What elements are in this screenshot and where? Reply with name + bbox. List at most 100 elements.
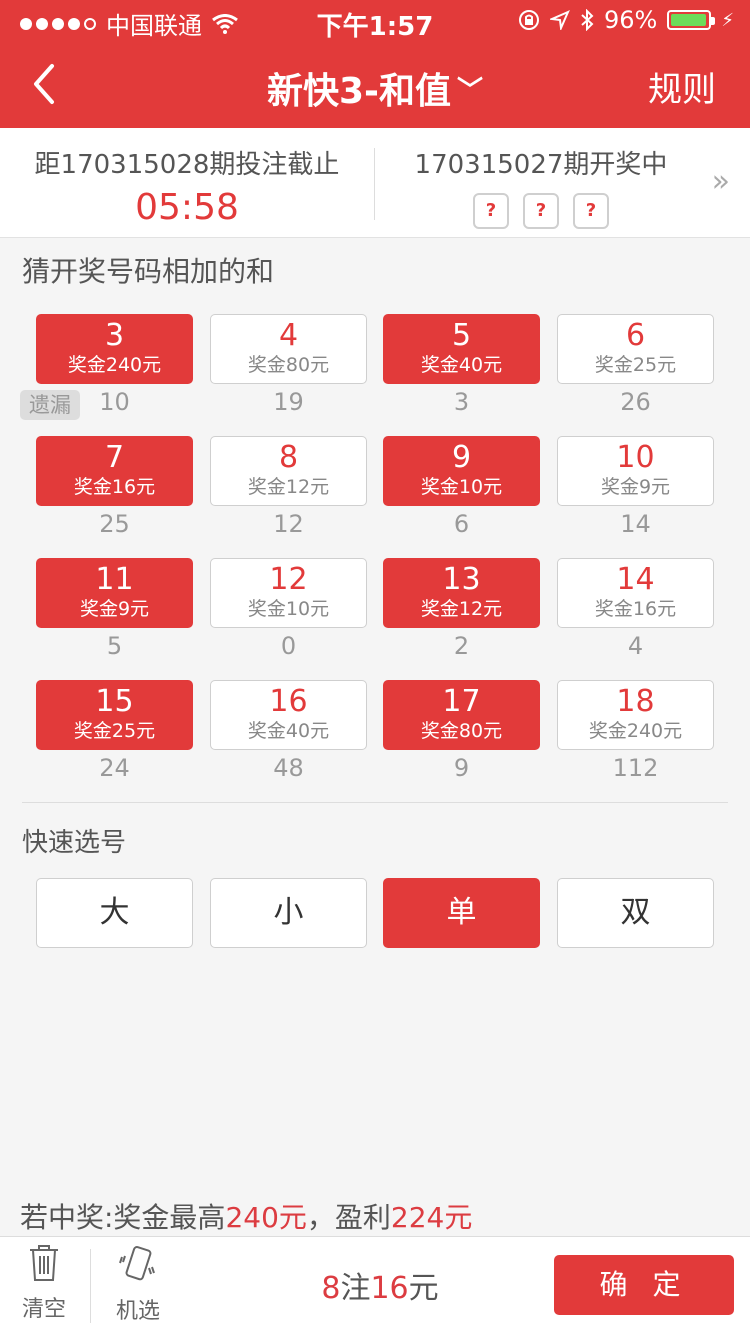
miss-count: 112 [612,754,659,782]
bet-count: 8 [321,1271,341,1306]
header: 中国联通 下午1:57 96% ⚡ 新快3-和值 ﹀ 规则 [0,0,750,128]
battery-percent: 96% [604,6,658,34]
summary-prefix: 若中奖:奖金最高 [20,1201,226,1234]
sum-option-10[interactable]: 10 奖金9元 [557,436,714,506]
sum-number: 8 [278,440,299,475]
sum-option-16[interactable]: 16 奖金40元 [210,680,367,750]
sum-prize: 奖金16元 [73,476,156,498]
sum-prize: 奖金9元 [600,476,671,498]
sum-option-13[interactable]: 13 奖金12元 [383,558,540,628]
sum-option-15[interactable]: 15 奖金25元 [36,680,193,750]
lock-rotation-icon [519,10,540,30]
clear-button[interactable]: 清空 [4,1243,84,1329]
sum-number: 7 [104,440,125,475]
sum-option-11[interactable]: 11 奖金9元 [36,558,193,628]
charging-icon: ⚡ [721,9,734,31]
random-pick-button[interactable]: 机选 [98,1243,178,1329]
sum-prize: 奖金9元 [79,598,150,620]
sum-option-17[interactable]: 17 奖金80元 [383,680,540,750]
sum-number: 6 [625,318,646,353]
sum-number: 15 [95,684,134,719]
sum-number: 5 [451,318,472,353]
sum-number: 9 [451,440,472,475]
sum-number: 11 [95,562,134,597]
sum-option-9[interactable]: 9 奖金10元 [383,436,540,506]
sum-option-6[interactable]: 6 奖金25元 [557,314,714,384]
die-icon: ? [573,193,609,229]
sum-option-3[interactable]: 3 奖金240元 [36,314,193,384]
sum-prize: 奖金12元 [247,476,330,498]
countdown-timer: 05:58 [135,187,239,228]
quick-pick-button[interactable]: 单 [383,878,540,948]
sum-number: 13 [442,562,481,597]
sum-prize: 奖金10元 [420,476,503,498]
random-label: 机选 [115,1299,160,1324]
clear-label: 清空 [21,1297,66,1322]
miss-count: 5 [106,632,123,660]
game-title-dropdown[interactable]: 新快3-和值 ﹀ [0,62,750,114]
issue-divider [374,148,375,220]
sum-prize: 奖金12元 [420,598,503,620]
divider [22,802,728,803]
confirm-button[interactable]: 确 定 [554,1255,734,1315]
bottom-divider [90,1249,91,1323]
sum-prize: 奖金40元 [420,354,503,376]
sum-number: 16 [269,684,308,719]
miss-count: 6 [453,510,470,538]
draw-status[interactable]: 170315027期开奖中 ? ? ? [376,128,706,238]
quick-pick-button[interactable]: 小 [210,878,367,948]
bottom-bar: 清空 机选 8注16元 确 定 [0,1236,750,1334]
rules-button[interactable]: 规则 [648,62,716,111]
miss-count: 9 [453,754,470,782]
status-bar: 中国联通 下午1:57 96% ⚡ [0,0,750,42]
sum-option-8[interactable]: 8 奖金12元 [210,436,367,506]
sum-prize: 奖金16元 [594,598,677,620]
die-icon: ? [473,193,509,229]
trash-icon [30,1245,58,1281]
bluetooth-icon [581,9,594,31]
sum-prize: 奖金80元 [247,354,330,376]
sum-option-14[interactable]: 14 奖金16元 [557,558,714,628]
issue-panel: 距170315028期投注截止 05:58 170315027期开奖中 ? ? … [0,128,750,238]
sum-number: 3 [104,318,125,353]
battery-fill [671,14,706,26]
sum-option-7[interactable]: 7 奖金16元 [36,436,193,506]
bet-total: 8注16元 [300,1263,460,1307]
section-title: 猜开奖号码相加的和 [22,255,275,288]
miss-count: 26 [620,388,651,416]
shake-phone-icon [119,1246,155,1281]
miss-count: 14 [620,510,651,538]
sum-prize: 奖金240元 [588,720,683,742]
double-chevron-right-icon[interactable]: » [712,164,730,199]
sum-option-5[interactable]: 5 奖金40元 [383,314,540,384]
miss-count: 24 [99,754,130,782]
quick-pick-button[interactable]: 大 [36,878,193,948]
battery-icon [667,10,716,30]
sum-number: 18 [616,684,655,719]
bet-count-unit: 注 [340,1271,371,1306]
die-icon: ? [523,193,559,229]
quick-pick-button[interactable]: 双 [557,878,714,948]
profit: 224元 [390,1201,473,1234]
sum-number: 14 [616,562,655,597]
chevron-down-icon: ﹀ [456,76,483,106]
miss-count: 48 [273,754,304,782]
sum-option-18[interactable]: 18 奖金240元 [557,680,714,750]
miss-count: 4 [627,632,644,660]
quick-pick-title: 快速选号 [22,828,127,858]
sum-prize: 奖金40元 [247,720,330,742]
summary-mid: ，盈利 [306,1201,391,1234]
sum-prize: 奖金10元 [247,598,330,620]
countdown-label: 距170315028期投注截止 [34,150,340,180]
sum-prize: 奖金25元 [73,720,156,742]
miss-count: 25 [99,510,130,538]
sum-option-4[interactable]: 4 奖金80元 [210,314,367,384]
prize-summary: 若中奖:奖金最高240元，盈利224元 [20,1196,472,1236]
sum-prize: 奖金25元 [594,354,677,376]
draw-label: 170315027期开奖中 [414,150,668,180]
nav-bar: 新快3-和值 ﹀ 规则 [0,40,750,128]
miss-tag: 遗漏 [20,390,80,420]
sum-prize: 奖金240元 [67,354,162,376]
sum-option-12[interactable]: 12 奖金10元 [210,558,367,628]
miss-count: 19 [273,388,304,416]
